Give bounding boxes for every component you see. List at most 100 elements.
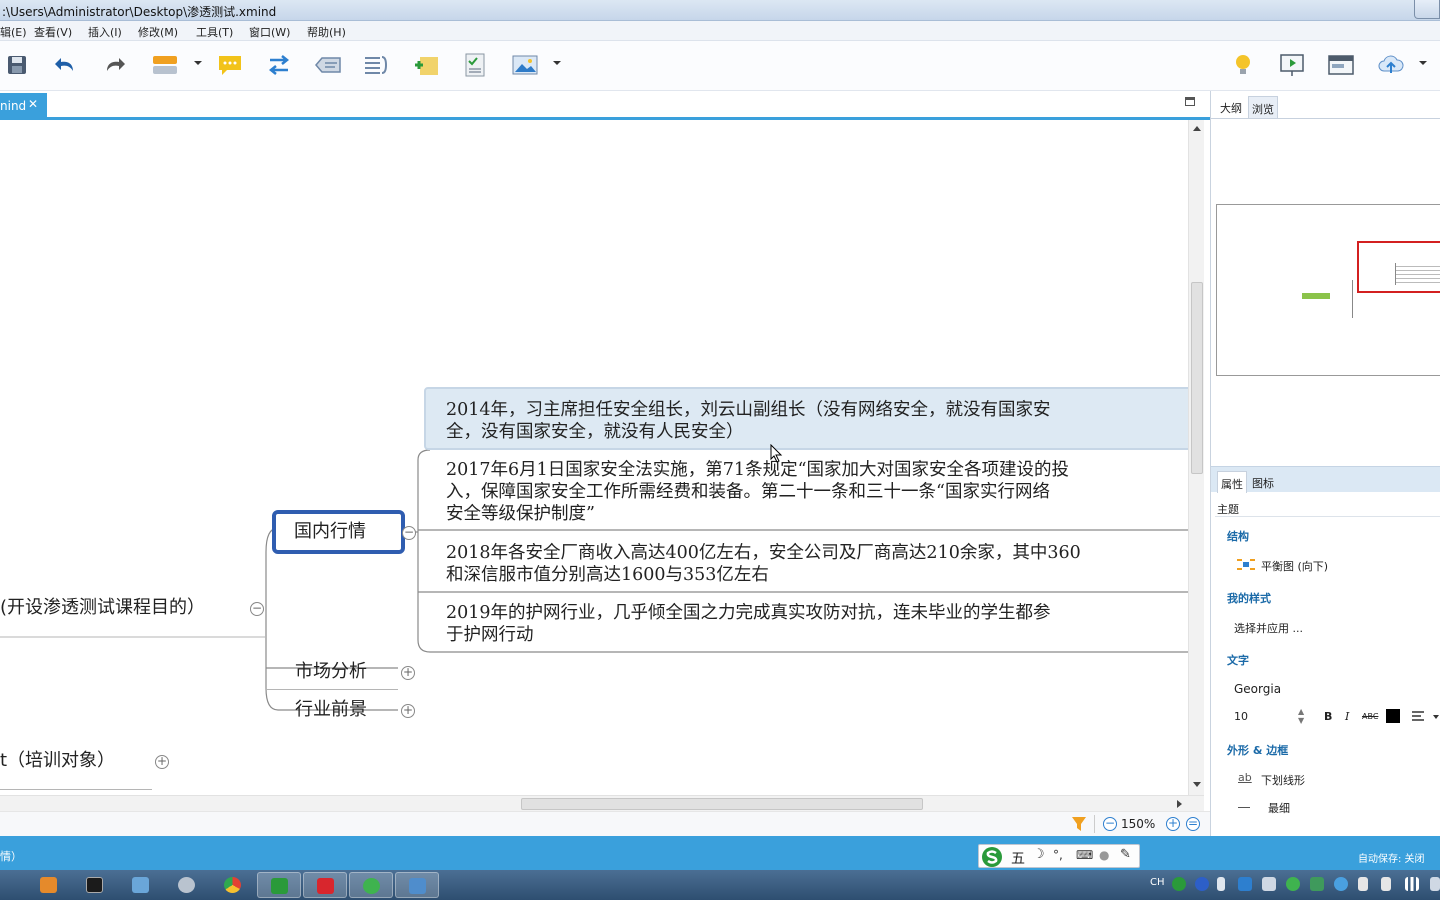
- callout-button[interactable]: [215, 51, 245, 79]
- tray-app-icon[interactable]: [1238, 877, 1252, 891]
- expand-market-icon[interactable]: +: [401, 666, 415, 680]
- topic-domestic[interactable]: 国内行情: [272, 510, 405, 554]
- relationship-button[interactable]: [264, 51, 294, 79]
- image-dropdown-icon[interactable]: [553, 61, 561, 65]
- taskbar-item-chrome[interactable]: [211, 872, 255, 898]
- brainstorm-button[interactable]: [1228, 51, 1258, 79]
- tray-expand-icon[interactable]: [1217, 877, 1225, 891]
- summary-button[interactable]: [361, 51, 391, 79]
- filter-icon[interactable]: [1071, 816, 1087, 832]
- detail-topic-2014[interactable]: 2014年，习主席担任安全组长，刘云山副组长（没有网络安全，就没有国家安 全，没…: [424, 387, 1188, 450]
- align-icon[interactable]: [1411, 710, 1425, 722]
- zoom-fit-icon[interactable]: =: [1186, 817, 1200, 831]
- ime-settings-icon[interactable]: ✎: [1120, 847, 1131, 862]
- scroll-right-icon[interactable]: [1177, 800, 1182, 808]
- menu-edit[interactable]: 辑(E): [0, 24, 27, 40]
- topic-market[interactable]: 市场分析: [295, 661, 367, 683]
- tray-network-share-icon[interactable]: [1262, 877, 1276, 891]
- redo-button[interactable]: [99, 51, 129, 79]
- style-value[interactable]: 选择并应用 ...: [1234, 620, 1303, 636]
- ime-toolbar[interactable]: 五 ☽ °, ⌨ ● ✎: [978, 844, 1140, 868]
- tab-properties[interactable]: 属性: [1217, 471, 1247, 493]
- horizontal-scroll-thumb[interactable]: [521, 798, 923, 810]
- undo-button[interactable]: [51, 51, 81, 79]
- line-weight-value[interactable]: 最细: [1268, 800, 1290, 816]
- taskbar-item-explorer[interactable]: [27, 872, 71, 898]
- autosave-status[interactable]: 自动保存: 关闭: [1358, 850, 1425, 865]
- tray-volume-icon[interactable]: [1381, 877, 1391, 891]
- mindmap-canvas[interactable]: (开设渗透测试课程目的） − 国内行情 − 市场分析 + 行业前景 + t（培训…: [0, 120, 1188, 795]
- overview-map[interactable]: [1216, 204, 1440, 376]
- tray-security-icon[interactable]: [1310, 877, 1324, 891]
- font-size-field[interactable]: 10: [1234, 710, 1248, 723]
- taskbar-item-window[interactable]: [395, 872, 439, 898]
- tab-icons[interactable]: 图标: [1249, 471, 1277, 493]
- menu-help[interactable]: 帮助(H): [307, 24, 346, 40]
- save-button[interactable]: [2, 51, 32, 79]
- central-topic[interactable]: (开设渗透测试课程目的）: [0, 597, 205, 619]
- tray-lang[interactable]: CH: [1150, 877, 1165, 888]
- vertical-scroll-thumb[interactable]: [1191, 282, 1203, 474]
- detail-topic-2019[interactable]: 2019年的护网行业，几乎倾全国之力完成真实攻防对抗，连未毕业的学生都参 于护网…: [430, 600, 1188, 650]
- tab-outline[interactable]: 大纲: [1217, 96, 1245, 118]
- ime-mode[interactable]: 五: [1011, 848, 1025, 868]
- taskbar-item-start[interactable]: [0, 872, 14, 898]
- ime-punct-icon[interactable]: °,: [1053, 848, 1063, 862]
- menu-tools[interactable]: 工具(T): [196, 24, 233, 40]
- italic-button[interactable]: I: [1345, 710, 1349, 723]
- maximize-editor-icon[interactable]: [1185, 97, 1195, 106]
- horizontal-scrollbar[interactable]: [0, 795, 1204, 811]
- tab-overview[interactable]: 浏览: [1248, 96, 1278, 118]
- detail-topic-2017[interactable]: 2017年6月1日国家安全法实施，第71条规定“国家加大对国家安全各项建设的投 …: [430, 458, 1188, 530]
- align-dropdown-icon[interactable]: [1433, 715, 1439, 719]
- vertical-scrollbar[interactable]: [1188, 120, 1204, 795]
- font-name-select[interactable]: Georgia: [1234, 682, 1281, 696]
- scroll-down-icon[interactable]: [1193, 782, 1201, 787]
- share-dropdown-icon[interactable]: [1419, 61, 1427, 65]
- topic-training-target[interactable]: t（培训对象）: [0, 750, 115, 772]
- ime-keyboard-icon[interactable]: ⌨: [1076, 848, 1093, 862]
- share-upload-button[interactable]: [1376, 51, 1406, 79]
- ime-user-icon[interactable]: ●: [1099, 848, 1109, 862]
- zoom-in-icon[interactable]: +: [1166, 817, 1180, 831]
- insert-image-button[interactable]: [510, 51, 540, 79]
- task-button[interactable]: [460, 51, 490, 79]
- insert-topic-button[interactable]: [150, 51, 180, 79]
- topic-dropdown-icon[interactable]: [194, 61, 202, 65]
- underline-shape-value[interactable]: 下划线形: [1261, 772, 1305, 788]
- file-tab[interactable]: nind ✕: [0, 93, 47, 119]
- structure-value[interactable]: 平衡图 (向下): [1261, 558, 1328, 574]
- close-window-button[interactable]: [1414, 0, 1440, 19]
- font-size-spinner-icon[interactable]: ▲ ▼: [1298, 707, 1304, 725]
- ime-moon-icon[interactable]: ☽: [1033, 847, 1045, 862]
- layout-button[interactable]: [1326, 51, 1356, 79]
- tray-help-icon[interactable]: [1195, 877, 1209, 891]
- collapse-domestic-icon[interactable]: −: [402, 526, 416, 540]
- collapse-root-icon[interactable]: −: [250, 602, 264, 616]
- text-color-swatch[interactable]: [1386, 709, 1400, 723]
- topic-industry[interactable]: 行业前景: [295, 699, 367, 721]
- sogou-ime-icon[interactable]: [981, 846, 1005, 868]
- bold-button[interactable]: B: [1324, 710, 1332, 723]
- taskbar-item-cmd[interactable]: [73, 872, 117, 898]
- close-tab-icon[interactable]: ✕: [28, 97, 38, 111]
- presentation-button[interactable]: [1277, 51, 1307, 79]
- menu-modify[interactable]: 修改(M): [138, 24, 178, 40]
- show-desktop-button[interactable]: [1430, 877, 1440, 891]
- note-button[interactable]: [412, 51, 442, 79]
- tray-flag-icon[interactable]: [1358, 877, 1368, 891]
- taskbar-item-vm[interactable]: [165, 872, 209, 898]
- boundary-button[interactable]: [313, 51, 343, 79]
- detail-topic-2018[interactable]: 2018年各安全厂商收入高达400亿左右，安全公司及厂商高达210余家，其中36…: [430, 540, 1188, 590]
- tray-signal-icon[interactable]: [1405, 877, 1419, 891]
- strikethrough-button[interactable]: ABC: [1362, 712, 1378, 721]
- menu-insert[interactable]: 插入(I): [88, 24, 122, 40]
- zoom-out-icon[interactable]: −: [1103, 817, 1117, 831]
- taskbar-item-network[interactable]: [119, 872, 163, 898]
- tray-wechat-icon[interactable]: [1286, 877, 1300, 891]
- taskbar-item-xmind2[interactable]: [303, 872, 347, 898]
- expand-industry-icon[interactable]: +: [401, 704, 415, 718]
- tray-info-icon[interactable]: [1334, 877, 1348, 891]
- scroll-up-icon[interactable]: [1193, 126, 1201, 131]
- menu-window[interactable]: 窗口(W): [249, 24, 290, 40]
